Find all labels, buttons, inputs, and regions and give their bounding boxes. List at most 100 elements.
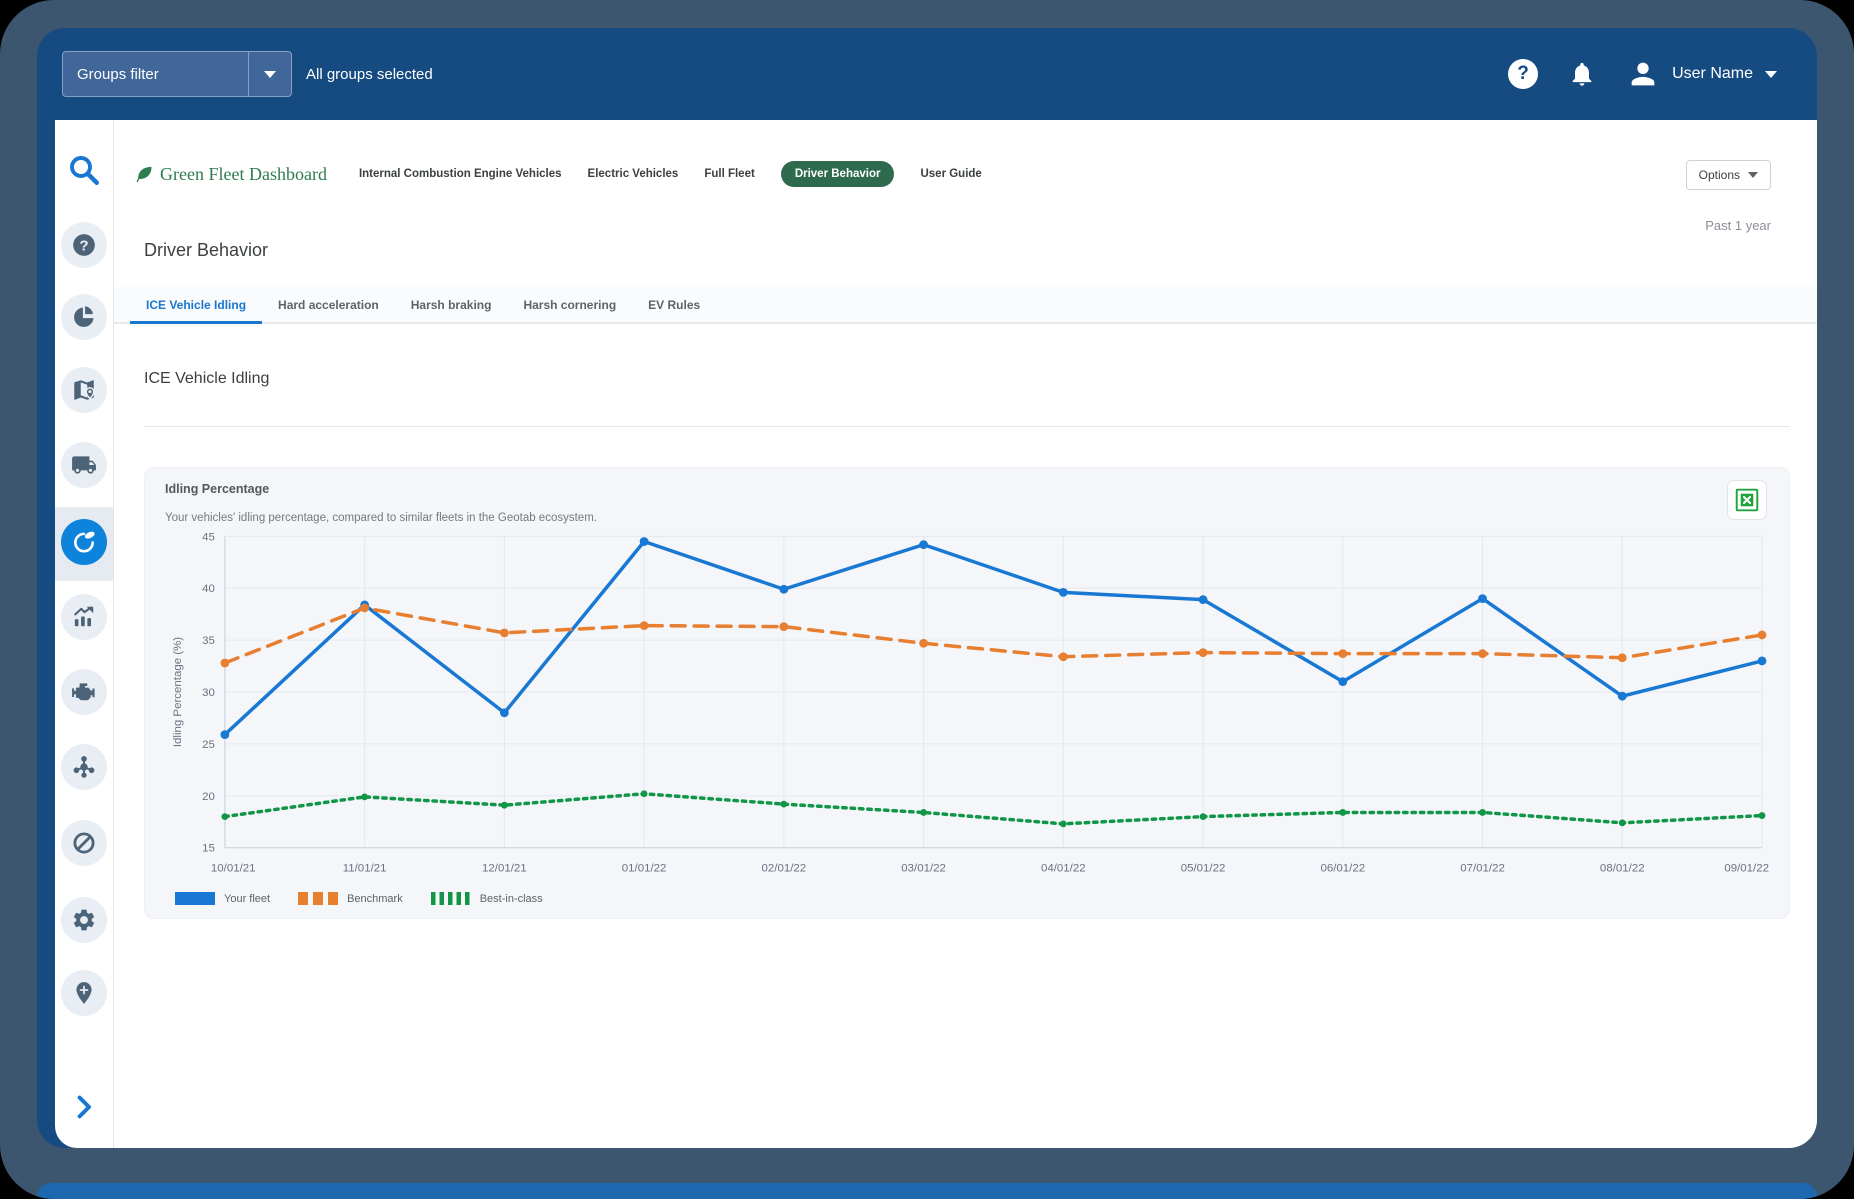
sidebar-item-map[interactable] [55,366,113,414]
groups-filter-dropdown[interactable]: Groups filter [62,51,292,97]
search-icon [66,152,102,188]
chart-title: Idling Percentage [165,482,1769,496]
groups-filter-label: Groups filter [63,66,248,83]
svg-text:30: 30 [202,687,215,699]
leaf-icon [134,164,154,184]
sidebar-item-exceptions[interactable] [55,819,113,867]
background-window-edge [37,1183,1817,1199]
location-pin-icon [71,980,97,1006]
svg-text:Idling Percentage (%): Idling Percentage (%) [172,637,184,747]
nav-item-user-guide[interactable]: User Guide [920,168,981,180]
sidebar-item-engine[interactable] [55,668,113,716]
best-in-class-swatch [431,892,471,905]
svg-text:20: 20 [202,791,215,803]
engine-icon [71,679,97,705]
sidebar-item-search[interactable] [55,146,113,194]
chevron-down-icon [264,71,276,78]
your-fleet-swatch [175,892,215,905]
legend-item-benchmark[interactable]: Benchmark [298,892,403,905]
sidebar-item-zones[interactable] [55,969,113,1017]
help-icon[interactable]: ? [1508,59,1538,89]
hub-icon [71,754,97,780]
chevron-down-icon [1748,172,1758,178]
svg-text:01/01/22: 01/01/22 [622,863,667,875]
sidebar-item-green-fleet[interactable] [55,518,113,566]
tab-hard-acceleration[interactable]: Hard acceleration [262,287,395,324]
sidebar-expand-button[interactable] [55,1083,113,1131]
topbar-actions: ? User Name [1508,28,1777,120]
sidebar-item-reports[interactable] [55,293,113,341]
sidebar-item-integrations[interactable] [55,743,113,791]
svg-text:?: ? [79,237,88,254]
sidebar-item-vehicles[interactable] [55,441,113,489]
pie-chart-icon [71,304,97,330]
green-fleet-icon [71,529,97,555]
chart-legend: Your fleet Benchmark Best-in-class [165,892,1769,905]
sidebar-item-help[interactable]: ? [55,221,113,269]
map-icon [71,377,97,403]
trending-chart-icon [71,604,97,630]
desktop-background: Groups filter All groups selected ? User… [0,0,1854,1199]
divider [144,426,1790,427]
svg-text:04/01/22: 04/01/22 [1041,863,1086,875]
idling-chart: 15 20 25 30 35 40 45 10/01/21 11/01/21 12/01/21 01… [165,528,1769,890]
expand-icon [69,1092,99,1122]
app-window: Groups filter All groups selected ? User… [37,28,1817,1148]
svg-text:12/01/21: 12/01/21 [482,863,527,875]
svg-text:35: 35 [202,635,215,647]
tab-ev-rules[interactable]: EV Rules [632,287,716,324]
svg-text:40: 40 [202,583,215,595]
nav-item-ice-vehicles[interactable]: Internal Combustion Engine Vehicles [359,168,562,180]
main-panel: Green Fleet Dashboard Internal Combustio… [114,120,1817,1148]
svg-text:45: 45 [202,531,215,543]
legend-item-your-fleet[interactable]: Your fleet [175,892,270,905]
svg-text:06/01/22: 06/01/22 [1320,863,1365,875]
svg-text:02/01/22: 02/01/22 [762,863,807,875]
sidebar: ? [55,120,114,1148]
nav-item-full-fleet[interactable]: Full Fleet [704,168,754,180]
benchmark-swatch [298,892,338,905]
bell-icon [1568,60,1596,88]
nav-item-driver-behavior[interactable]: Driver Behavior [781,161,895,187]
page-title: Driver Behavior [144,240,1817,261]
options-label: Options [1699,168,1740,182]
svg-text:11/01/21: 11/01/21 [343,863,387,875]
chevron-down-icon [1765,71,1777,78]
svg-text:10/01/21: 10/01/21 [211,863,256,875]
logo-text: Green Fleet Dashboard [160,164,327,185]
blocked-icon [71,830,97,856]
gear-icon [71,907,97,933]
legend-label: Benchmark [347,893,403,905]
top-bar: Groups filter All groups selected ? User… [37,28,1817,120]
tab-ice-vehicle-idling[interactable]: ICE Vehicle Idling [130,287,262,324]
excel-export-button[interactable] [1727,480,1767,520]
svg-text:05/01/22: 05/01/22 [1181,863,1226,875]
user-name: User Name [1672,65,1753,83]
svg-text:15: 15 [202,843,215,855]
tab-harsh-cornering[interactable]: Harsh cornering [507,287,632,324]
tab-bar: ICE Vehicle Idling Hard acceleration Har… [114,287,1817,324]
notifications-button[interactable] [1568,60,1596,88]
sidebar-item-analytics[interactable] [55,593,113,641]
excel-export-icon [1734,487,1760,513]
help-icon: ? [71,232,97,258]
svg-text:03/01/22: 03/01/22 [901,863,946,875]
options-button[interactable]: Options [1686,160,1771,190]
legend-label: Your fleet [224,893,270,905]
svg-text:09/01/22: 09/01/22 [1724,863,1769,875]
time-range-label: Past 1 year [1705,218,1771,233]
groups-filter-caret-button[interactable] [249,71,291,78]
truck-icon [71,452,97,478]
brand-nav-bar: Green Fleet Dashboard Internal Combustio… [134,160,1817,188]
chart-subtitle: Your vehicles' idling percentage, compar… [165,512,1769,524]
sidebar-item-settings[interactable] [55,896,113,944]
tab-harsh-braking[interactable]: Harsh braking [395,287,508,324]
svg-text:07/01/22: 07/01/22 [1460,863,1505,875]
legend-item-best-in-class[interactable]: Best-in-class [431,892,543,905]
user-menu[interactable]: User Name [1626,57,1777,91]
nav-item-electric-vehicles[interactable]: Electric Vehicles [588,168,679,180]
svg-text:25: 25 [202,739,215,751]
app-logo[interactable]: Green Fleet Dashboard [134,164,327,185]
svg-text:08/01/22: 08/01/22 [1600,863,1645,875]
groups-status-text: All groups selected [306,66,433,83]
